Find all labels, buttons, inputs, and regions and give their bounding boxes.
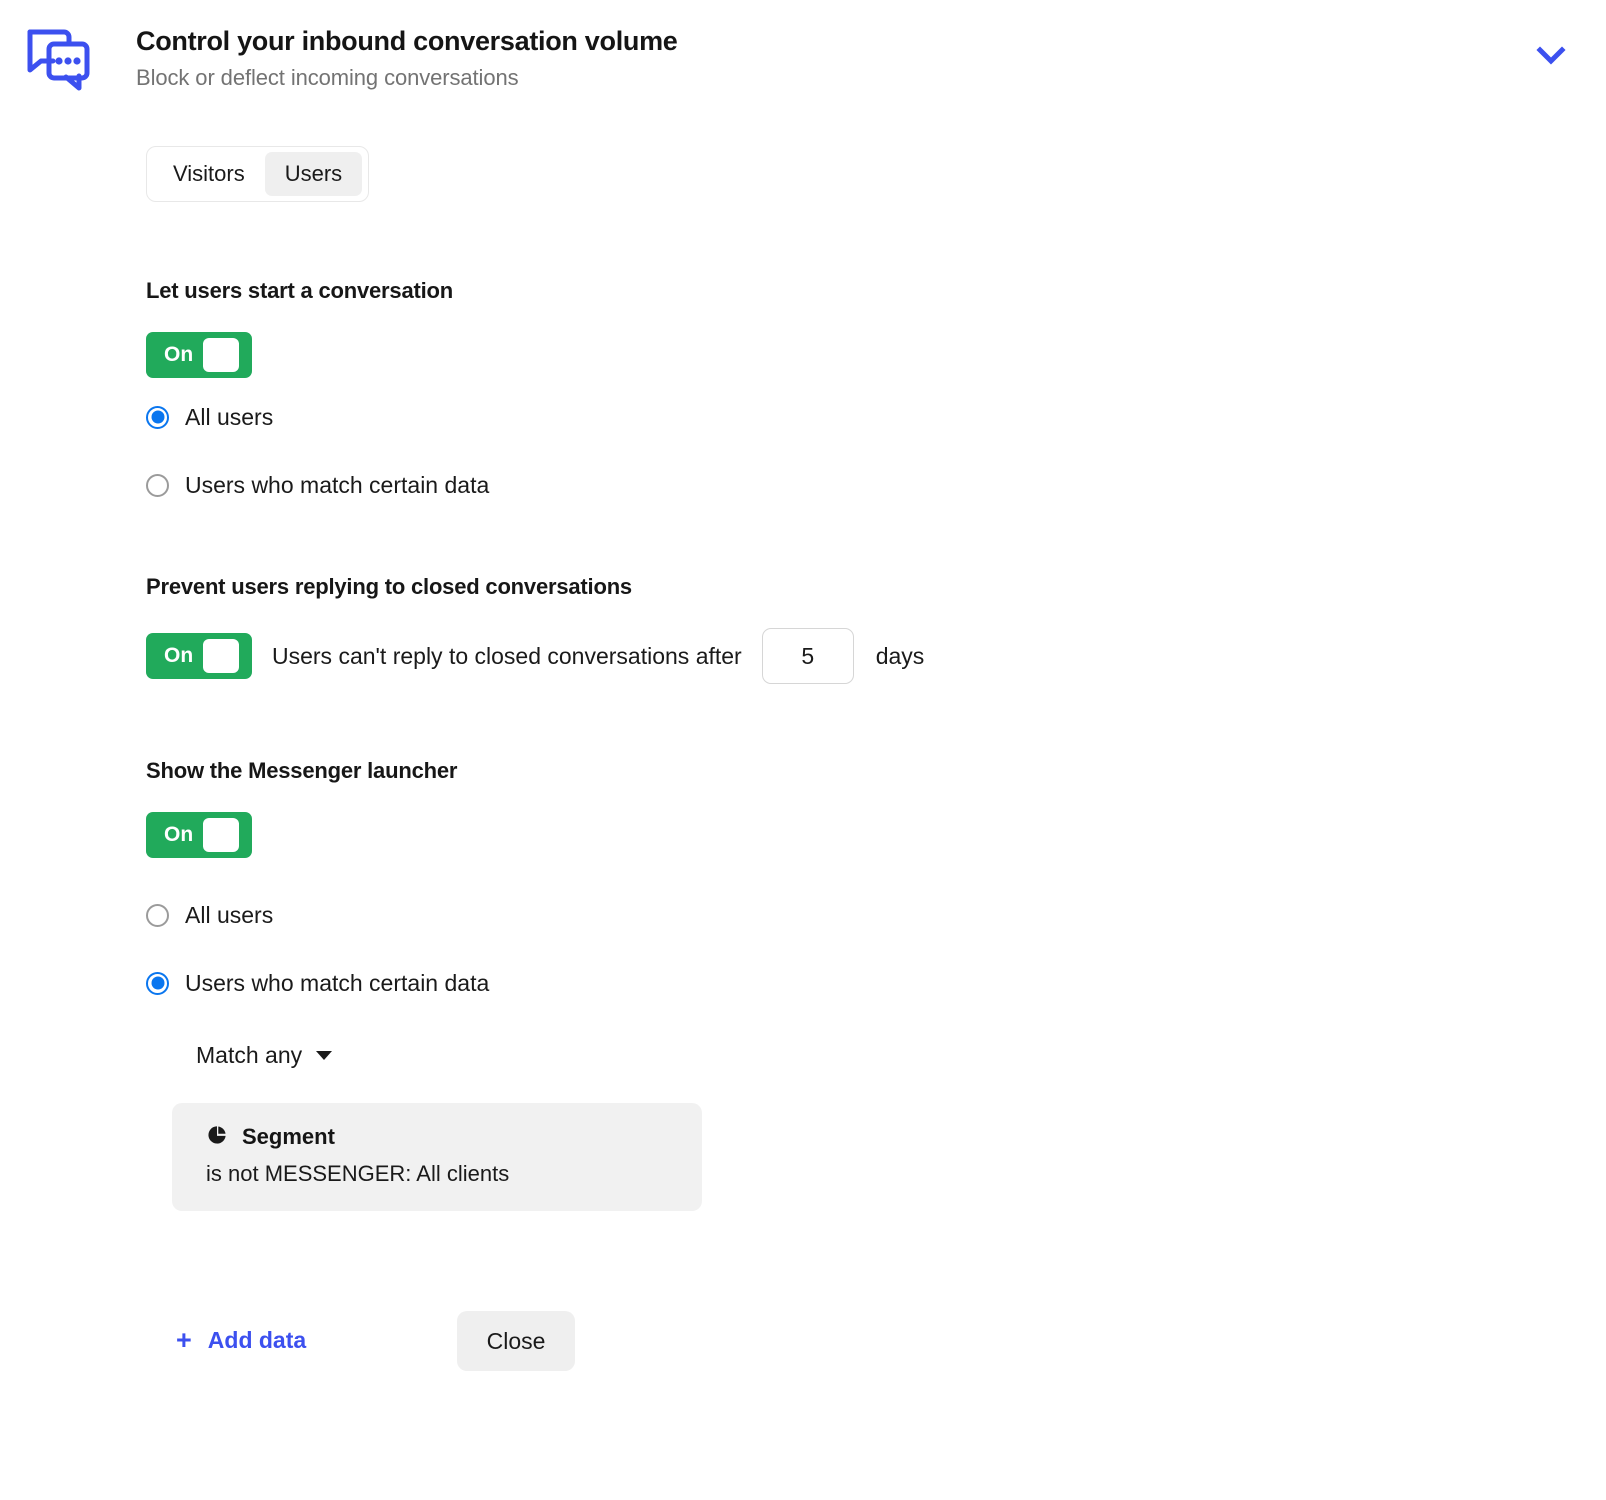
rule-attribute-label: Segment: [242, 1124, 335, 1149]
settings-panel: Control your inbound conversation volume…: [0, 0, 1606, 1500]
days-input[interactable]: [761, 628, 854, 684]
rule-card-header: Segment: [206, 1123, 702, 1151]
tab-users[interactable]: Users: [264, 152, 363, 196]
radio-icon-selected: [146, 405, 169, 429]
radio-label: All users: [185, 404, 274, 430]
toggle-prevent-reply[interactable]: On: [146, 633, 252, 679]
prevent-reply-row: On Users can't reply to closed conversat…: [146, 628, 1606, 684]
toggle-knob: [203, 338, 240, 372]
toggle-label: On: [164, 823, 194, 846]
add-data-button[interactable]: + Add data: [176, 1325, 306, 1355]
panel-body: Visitors Users Let users start a convers…: [0, 146, 1606, 1371]
toggle-knob: [203, 639, 240, 673]
radio-label: All users: [185, 902, 274, 928]
header-text-block: Control your inbound conversation volume…: [136, 18, 1606, 93]
match-rule-dropdown[interactable]: Match any: [196, 1040, 333, 1070]
plus-icon: +: [176, 1325, 192, 1355]
rule-card-segment[interactable]: Segment is not MESSENGER: All clients: [172, 1103, 702, 1211]
page-title: Control your inbound conversation volume: [136, 26, 678, 56]
pie-chart-icon: [206, 1124, 228, 1151]
radio-option-match-data-launcher[interactable]: Users who match certain data: [146, 968, 1606, 998]
toggle-knob: [203, 818, 240, 852]
radio-option-all-users-launcher[interactable]: All users: [146, 900, 1606, 930]
audience-tab-group: Visitors Users: [146, 146, 370, 202]
page-subtitle: Block or deflect incoming conversations: [136, 65, 519, 90]
toggle-show-launcher[interactable]: On: [146, 812, 252, 858]
match-rule-label: Match any: [196, 1042, 303, 1068]
toggle-start-conversation[interactable]: On: [146, 332, 252, 378]
radio-icon-unselected: [146, 903, 169, 927]
days-unit-label: days: [875, 643, 925, 669]
panel-header: Control your inbound conversation volume…: [0, 0, 1606, 93]
radio-label: Users who match certain data: [185, 472, 490, 498]
toggle-label: On: [164, 343, 194, 366]
add-data-label: Add data: [207, 1327, 307, 1353]
close-button[interactable]: Close: [456, 1311, 576, 1371]
toggle-label: On: [164, 644, 194, 667]
section-title-show-launcher: Show the Messenger launcher: [146, 758, 458, 783]
radio-option-all-users-start[interactable]: All users: [146, 402, 1606, 432]
conversations-icon: [22, 22, 94, 94]
caret-down-icon: [316, 1050, 333, 1060]
section-title-start-conversation: Let users start a conversation: [146, 278, 454, 303]
rule-condition-label: is not MESSENGER: All clients: [206, 1161, 510, 1186]
radio-icon-unselected: [146, 473, 169, 497]
radio-option-match-data-start[interactable]: Users who match certain data: [146, 470, 1606, 500]
prevent-reply-sentence: Users can't reply to closed conversation…: [272, 643, 742, 669]
chevron-down-icon[interactable]: [1534, 38, 1568, 72]
radio-label: Users who match certain data: [185, 970, 490, 996]
section-title-prevent-reply: Prevent users replying to closed convers…: [146, 574, 632, 599]
tab-visitors[interactable]: Visitors: [153, 152, 265, 196]
radio-icon-selected: [146, 971, 169, 995]
